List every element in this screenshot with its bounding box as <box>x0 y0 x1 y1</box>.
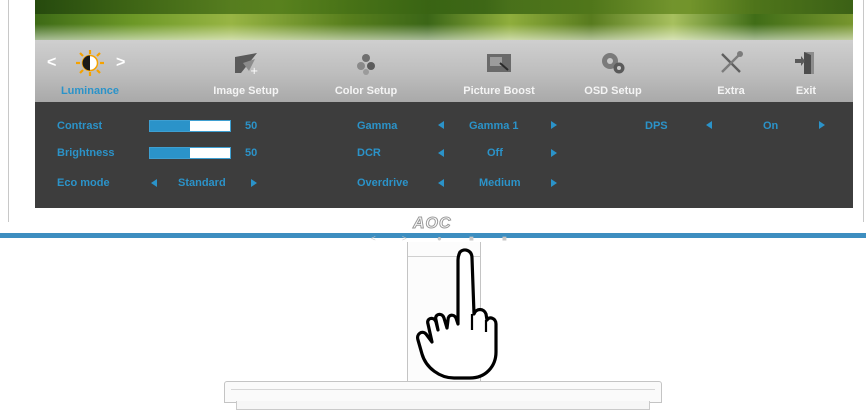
brightness-slider[interactable] <box>149 147 231 159</box>
bezel-right-key[interactable]: > <box>402 234 407 243</box>
bezel-power-key[interactable]: ■ <box>502 234 507 243</box>
tab-image-setup[interactable]: + Image Setup <box>191 40 301 102</box>
tools-icon <box>721 51 743 73</box>
eco-mode-prev-arrow[interactable] <box>151 179 157 187</box>
dcr-next-arrow[interactable] <box>551 149 557 157</box>
tab-osd-setup[interactable]: OSD Setup <box>558 40 668 102</box>
pointing-hand-icon <box>416 248 498 380</box>
sun-contrast-icon <box>76 50 104 76</box>
contrast-label: Contrast <box>57 120 103 132</box>
dps-prev-arrow[interactable] <box>706 121 712 129</box>
tab-label: OSD Setup <box>584 85 642 97</box>
tab-color-setup[interactable]: Color Setup <box>311 40 421 102</box>
osd-menu-bar: < > Luminance + Image Setup Color Setup … <box>35 40 853 102</box>
color-dots-icon <box>357 54 375 75</box>
brightness-slider-fill <box>150 148 190 158</box>
tab-exit[interactable]: Exit <box>751 40 853 102</box>
tab-luminance[interactable]: Luminance <box>35 40 145 102</box>
overdrive-label: Overdrive <box>357 177 409 189</box>
contrast-slider[interactable] <box>149 120 231 132</box>
monitor-frame: < > Luminance + Image Setup Color Setup … <box>8 0 864 222</box>
contrast-slider-fill <box>150 121 190 131</box>
dps-label: DPS <box>645 120 668 132</box>
brightness-label: Brightness <box>57 147 115 159</box>
dps-next-arrow[interactable] <box>819 121 825 129</box>
dcr-prev-arrow[interactable] <box>438 149 444 157</box>
tab-label: Image Setup <box>213 85 279 97</box>
dcr-value: Off <box>487 147 503 159</box>
stand-base-foot <box>236 401 650 410</box>
overdrive-prev-arrow[interactable] <box>438 179 444 187</box>
exit-door-icon <box>795 52 814 74</box>
aoc-logo: AOC <box>413 215 452 233</box>
osd-settings-panel: Contrast 50 Brightness 50 Eco mode Stand… <box>35 102 853 208</box>
tab-label: Luminance <box>60 85 120 97</box>
image-setup-icon: + <box>235 53 258 77</box>
tab-picture-boost[interactable]: Picture Boost <box>444 40 554 102</box>
contrast-value: 50 <box>245 120 258 132</box>
wallpaper-landscape <box>35 0 853 40</box>
eco-mode-label: Eco mode <box>57 177 110 189</box>
stand-base <box>224 381 662 403</box>
bezel-left-key[interactable]: < <box>371 234 376 243</box>
dcr-label: DCR <box>357 147 381 159</box>
picture-boost-icon <box>487 54 511 72</box>
bezel-accent-line <box>0 233 866 238</box>
gamma-value: Gamma 1 <box>469 120 519 132</box>
gamma-label: Gamma <box>357 120 398 132</box>
overdrive-value: Medium <box>479 177 521 189</box>
dps-value: On <box>763 120 779 132</box>
eco-mode-next-arrow[interactable] <box>251 179 257 187</box>
gamma-next-arrow[interactable] <box>551 121 557 129</box>
tab-label: Exit <box>795 85 817 97</box>
tab-label: Color Setup <box>334 85 398 97</box>
osd-setup-icon <box>602 53 625 74</box>
monitor-screen: < > Luminance + Image Setup Color Setup … <box>35 0 853 208</box>
brightness-value: 50 <box>245 147 258 159</box>
gamma-prev-arrow[interactable] <box>438 121 444 129</box>
tab-label: Picture Boost <box>463 85 535 97</box>
eco-mode-value: Standard <box>178 177 226 189</box>
overdrive-next-arrow[interactable] <box>551 179 557 187</box>
stand-base-groove <box>231 389 655 390</box>
svg-text:+: + <box>250 66 258 77</box>
